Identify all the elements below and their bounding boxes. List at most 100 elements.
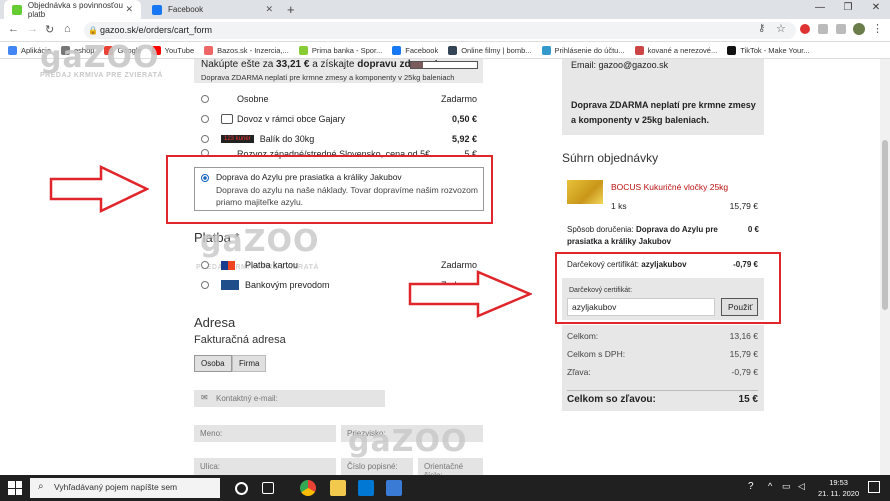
- tray-chevron-icon[interactable]: ^: [768, 481, 772, 491]
- product-image[interactable]: [567, 180, 603, 204]
- tab-orders[interactable]: Objednávka s povinnosťou platb ✕: [4, 0, 141, 19]
- promo-text: Nakúpte ešte za 33,21 € a získajte dopra…: [201, 59, 438, 70]
- menu-icon[interactable]: ⋮: [872, 22, 883, 35]
- total-row: Celkom s DPH: 15,79 €: [567, 349, 758, 359]
- bookmark-tiktok[interactable]: TikTok - Make Your...: [727, 45, 810, 55]
- bookmark-bazos[interactable]: Bazos.sk - Inzercia,...: [204, 45, 289, 55]
- scrollbar-thumb[interactable]: [882, 140, 888, 310]
- search-icon: ⌕: [38, 481, 44, 492]
- close-tab-icon[interactable]: ✕: [125, 4, 133, 15]
- pointer-arrow-icon: [49, 165, 149, 213]
- calculator-icon[interactable]: [386, 480, 402, 496]
- billing-address-title: Fakturačná adresa: [194, 334, 286, 346]
- home-icon[interactable]: ⌂: [64, 23, 71, 35]
- file-explorer-icon[interactable]: [330, 480, 346, 496]
- tab-title: Facebook: [168, 5, 204, 14]
- film-icon: [448, 45, 458, 55]
- notifications-icon[interactable]: [868, 481, 880, 493]
- shipping-radio[interactable]: [201, 135, 209, 143]
- kovane-icon: [634, 45, 644, 55]
- orientation-number-field[interactable]: Orientačné číslo:: [418, 458, 483, 480]
- volume-icon[interactable]: ◁: [798, 481, 805, 492]
- tab-title: Objednávka s povinnosťou platb: [27, 0, 123, 19]
- certificate-input[interactable]: azyljakubov: [567, 298, 715, 316]
- shipping-option[interactable]: Dovoz v rámci obce Gajary 0,50 €: [201, 109, 477, 129]
- shipping-option[interactable]: Osobne Zadarmo: [201, 89, 477, 109]
- summary-title: Súhrn objednávky: [562, 151, 659, 165]
- total-row: Celkom: 13,16 €: [567, 331, 758, 341]
- bazos-icon: [204, 45, 214, 55]
- promo-progress-bar: [410, 61, 478, 69]
- tab-facebook[interactable]: Facebook ✕: [144, 0, 281, 19]
- card-icon: [221, 260, 235, 270]
- bookmark-prima-banka[interactable]: Prima banka - Spor...: [298, 45, 382, 55]
- street-field[interactable]: Ulica:: [194, 458, 336, 475]
- close-window-icon[interactable]: ✕: [864, 2, 888, 13]
- apply-certificate-button[interactable]: Použiť: [721, 298, 758, 316]
- chrome-icon[interactable]: [300, 480, 316, 496]
- product-name[interactable]: BOCUS Kukuričné vločky 25kg: [611, 182, 728, 192]
- back-icon[interactable]: ←: [8, 23, 19, 35]
- task-view-icon[interactable]: [262, 482, 274, 494]
- house-number-field[interactable]: Číslo popisné:: [341, 458, 413, 475]
- apps-icon: [8, 45, 17, 55]
- shipping-radio[interactable]: [201, 95, 209, 103]
- truck-icon: [221, 114, 233, 124]
- selected-shipping-label: Doprava do Azylu pre prasiatka a králiky…: [216, 172, 402, 182]
- windows-start-icon[interactable]: [8, 481, 22, 495]
- shipping-radio[interactable]: [201, 115, 209, 123]
- help-icon[interactable]: ?: [748, 481, 754, 492]
- certificate-input-label: Darčekový certifikát:: [569, 287, 633, 294]
- lock-icon: 🔒: [88, 26, 98, 35]
- close-tab-icon[interactable]: ✕: [265, 4, 273, 15]
- tiktok-icon: [727, 45, 737, 55]
- totals-list: Celkom: 13,16 € Celkom s DPH: 15,79 € Zľav…: [567, 331, 758, 385]
- bookmark-facebook[interactable]: Facebook: [392, 45, 438, 55]
- mail-icon[interactable]: [358, 480, 374, 496]
- final-total: Celkom so zľavou: 15 €: [567, 390, 758, 405]
- delivery-method: Spôsob doručenia: Doprava do Azylu pre p…: [567, 225, 718, 246]
- bank-transfer-icon: [221, 280, 239, 290]
- taskbar-clock[interactable]: 19:53 21. 11. 2020: [818, 477, 859, 499]
- login-icon: [541, 45, 551, 55]
- bookmark-kovane[interactable]: kované a nerezové...: [634, 45, 717, 55]
- avatar[interactable]: [853, 23, 865, 35]
- bookmark-star-icon[interactable]: ☆: [776, 22, 786, 35]
- payment-radio[interactable]: [201, 261, 209, 269]
- total-row: Zľava: -0,79 €: [567, 367, 758, 377]
- network-icon[interactable]: ▭: [782, 481, 791, 492]
- forward-icon[interactable]: →: [27, 23, 38, 35]
- first-name-field[interactable]: Meno:: [194, 425, 336, 442]
- bookmark-prihlasenie[interactable]: Prihlásenie do účtu...: [541, 45, 625, 55]
- tab-company[interactable]: Firma: [232, 355, 267, 372]
- new-tab-icon[interactable]: +: [287, 2, 295, 17]
- key-icon[interactable]: ⚷: [758, 23, 765, 34]
- logo-watermark: gaZOO: [348, 424, 468, 459]
- url-field[interactable]: 🔒 gazoo.sk/e/orders/cart_form: [84, 22, 796, 39]
- product-price: 15,79 €: [729, 201, 758, 211]
- payment-radio[interactable]: [201, 281, 209, 289]
- pointer-arrow-icon: [408, 270, 532, 318]
- facebook-icon: [392, 45, 402, 55]
- minimize-icon[interactable]: —: [808, 2, 832, 13]
- tab-person[interactable]: Osoba: [194, 355, 232, 372]
- bookmark-online-filmy[interactable]: Online filmy | bomb...: [448, 45, 532, 55]
- shipping-option[interactable]: 123 kuriér Balík do 30kg 5,92 €: [201, 129, 477, 149]
- gazoo-favicon-icon: [12, 4, 22, 15]
- reload-icon[interactable]: ↻: [45, 23, 54, 36]
- delivery-price: 0 €: [747, 225, 759, 234]
- prima-banka-icon: [298, 45, 308, 55]
- extension-icon[interactable]: [818, 24, 828, 34]
- maximize-icon[interactable]: ❐: [836, 2, 860, 13]
- extension-icon[interactable]: [836, 24, 846, 34]
- envelope-icon: ✉: [201, 393, 208, 402]
- product-qty: 1 ks: [611, 201, 627, 211]
- extension-icon[interactable]: [800, 24, 810, 34]
- certificate-applied: Darčekový certifikát: azyljakubov: [567, 260, 687, 269]
- taskbar-search[interactable]: ⌕ Vyhľadávaný pojem napíšte sem: [30, 478, 220, 498]
- cortana-icon[interactable]: [235, 482, 248, 495]
- logo[interactable]: gaZOO: [40, 40, 159, 75]
- logo-watermark: gaZOO: [200, 224, 320, 259]
- email-field[interactable]: ✉ Kontaktný e-mail:: [194, 390, 385, 407]
- shipping-options: Osobne Zadarmo Dovoz v rámci obce Gajary…: [201, 89, 477, 161]
